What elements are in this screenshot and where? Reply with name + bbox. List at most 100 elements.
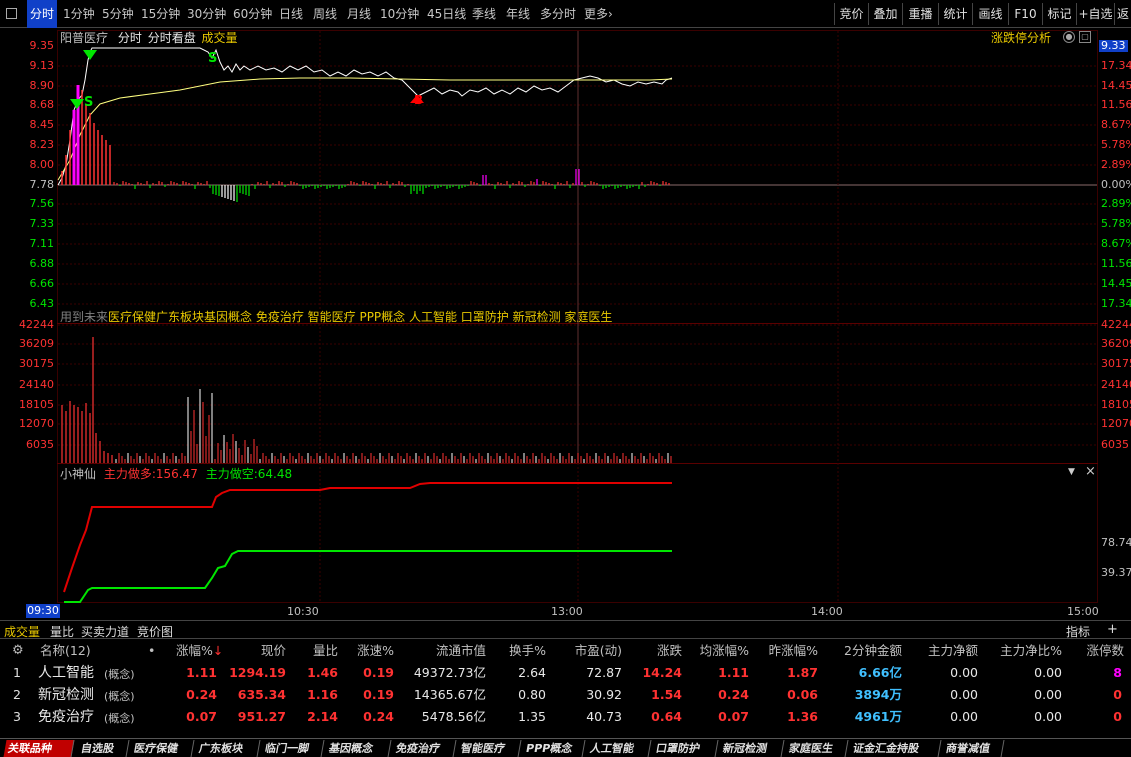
row-change: 1.54 (651, 687, 682, 702)
bottom-tab[interactable]: 新冠检测 (718, 740, 785, 757)
col-change-pct-label: 涨幅% (176, 643, 213, 658)
bottom-tab[interactable]: 广东板块 (194, 740, 261, 757)
indicator-name[interactable]: 小神仙 (60, 467, 96, 481)
time-axis-1030: 10:30 (287, 605, 319, 618)
row-name: 新冠检测 (38, 687, 94, 703)
row-change-pct: 0.24 (186, 687, 217, 702)
time-axis-1400: 14:00 (811, 605, 843, 618)
indicator-close-icon[interactable]: × (1085, 464, 1096, 479)
row-volratio: 1.46 (307, 665, 338, 680)
table-row[interactable]: 1 人工智能 (概念) 1.11 1294.19 1.46 0.19 49372.73亿 2.6… (0, 662, 1131, 684)
bottom-tab[interactable]: 家庭医生 (784, 740, 849, 757)
bottom-tab[interactable]: 证金汇金持股 (848, 740, 942, 757)
table-row[interactable]: 3 免疫治疗 (概念) 0.07 951.27 2.14 0.24 5478.56亿 1.35 4… (0, 706, 1131, 728)
row-pe: 30.92 (586, 687, 622, 702)
table-tabbar: 成交量 量比 买卖力道 竞价图 指标 + (0, 620, 1131, 639)
row-volratio: 2.14 (307, 709, 338, 724)
add-tab-icon[interactable]: + (1107, 622, 1118, 637)
row-turnover: 0.80 (518, 687, 546, 702)
row-speed: 0.24 (363, 709, 394, 724)
tab-force[interactable]: 买卖力道 (81, 623, 129, 640)
tab-volratio[interactable]: 量比 (50, 623, 74, 640)
row-index: 3 (13, 709, 21, 724)
row-price: 951.27 (237, 709, 286, 724)
gear-icon[interactable]: ⚙ (12, 643, 24, 658)
row-main-ratio: 0.00 (1034, 687, 1062, 702)
col-2min-amount[interactable]: 2分钟金额 (830, 640, 902, 662)
col-name[interactable]: 名称(12) (40, 640, 91, 662)
col-float-cap[interactable]: 流通市值 (410, 640, 486, 662)
col-speed[interactable]: 涨速% (350, 640, 394, 662)
kong-value: 64.48 (257, 467, 293, 481)
indicator-axis-upper: 78.74 (1101, 536, 1131, 549)
kong-label: 主力做空: (205, 467, 258, 481)
row-float-cap: 14365.67亿 (413, 687, 486, 702)
row-prev-change: 0.06 (787, 687, 818, 702)
col-pe[interactable]: 市盈(动) (560, 640, 622, 662)
col-turnover[interactable]: 换手% (500, 640, 546, 662)
signal-s-label: S (208, 51, 217, 66)
row-pe: 40.73 (586, 709, 622, 724)
col-main-net[interactable]: 主力净额 (918, 640, 978, 662)
indicator-button[interactable]: 指标 (1066, 623, 1090, 640)
bottom-tab[interactable]: PPP概念 (521, 740, 586, 757)
bottom-tab[interactable]: 人工智能 (585, 740, 652, 757)
bottom-tab[interactable]: 关联品种 (3, 740, 75, 757)
bottom-tab[interactable]: 临门一脚 (260, 740, 325, 757)
sort-desc-icon: ↓ (212, 643, 224, 658)
row-2min-amount: 6.66亿 (858, 665, 902, 680)
main-short-line (64, 550, 672, 603)
col-limit-up[interactable]: 涨停数 (1072, 640, 1124, 662)
tab-volume[interactable]: 成交量 (4, 623, 40, 640)
time-axis-start: 09:30 (26, 604, 60, 618)
row-change: 0.64 (651, 709, 682, 724)
bottom-tab[interactable]: 智能医疗 (456, 740, 522, 757)
col-change[interactable]: 涨跌 (640, 640, 682, 662)
row-tag: (概念) (104, 712, 135, 725)
row-turnover: 2.64 (518, 665, 546, 680)
bottom-tab[interactable]: 商誉减值 (941, 740, 1005, 757)
bottom-tab[interactable]: 口罩防护 (651, 740, 719, 757)
bottom-tab[interactable]: 自选股 (76, 740, 130, 757)
col-dot: • (148, 643, 156, 658)
bottom-sector-tabs: 关联品种 自选股 医疗保健 广东板块 临门一脚 基因概念 免疫治疗 智能医疗 PPP概念 人工智能… (0, 738, 1131, 757)
col-avg-change[interactable]: 均涨幅% (694, 640, 749, 662)
row-main-ratio: 0.00 (1034, 665, 1062, 680)
row-prev-change: 1.36 (787, 709, 818, 724)
bottom-tab[interactable]: 基因概念 (324, 740, 392, 757)
row-turnover: 1.35 (518, 709, 546, 724)
col-main-ratio[interactable]: 主力净比% (992, 640, 1062, 662)
row-index: 1 (13, 665, 21, 680)
row-avg-change: 0.24 (718, 687, 749, 702)
row-prev-change: 1.87 (787, 665, 818, 680)
signal-b-label: B (414, 93, 423, 107)
duo-value: 156.47 (155, 467, 198, 481)
col-volratio[interactable]: 量比 (300, 640, 338, 662)
row-limit-up: 0 (1113, 687, 1122, 702)
row-2min-amount: 4961万 (854, 709, 902, 724)
row-name: 免疫治疗 (38, 709, 94, 725)
indicator-menu-icon[interactable]: ▼ (1068, 467, 1075, 477)
row-tag: (概念) (104, 690, 135, 703)
row-limit-up: 0 (1113, 709, 1122, 724)
bottom-tab[interactable]: 免疫治疗 (391, 740, 457, 757)
price-line (57, 47, 673, 186)
row-speed: 0.19 (363, 687, 394, 702)
table-row[interactable]: 2 新冠检测 (概念) 0.24 635.34 1.16 0.19 14365.67亿 0.80… (0, 684, 1131, 706)
col-prev-change[interactable]: 昨涨幅% (762, 640, 818, 662)
col-change-pct[interactable]: 涨幅%↓ (176, 640, 223, 662)
col-price[interactable]: 现价 (236, 640, 286, 662)
row-change-pct: 0.07 (186, 709, 217, 724)
row-main-net: 0.00 (950, 687, 978, 702)
row-change-pct: 1.11 (186, 665, 217, 680)
row-volratio: 1.16 (307, 687, 338, 702)
time-axis-1300: 13:00 (551, 605, 583, 618)
row-float-cap: 49372.73亿 (413, 665, 486, 680)
main-long-line (63, 482, 672, 593)
table-header: ⚙ 名称(12) • 涨幅%↓ 现价 量比 涨速% 流通市值 换手% 市盈(动)… (0, 640, 1131, 662)
signal-s-label: S (84, 95, 93, 110)
row-float-cap: 5478.56亿 (421, 709, 486, 724)
bottom-tab[interactable]: 医疗保健 (129, 740, 195, 757)
tab-auction[interactable]: 竞价图 (137, 623, 173, 640)
duo-label: 主力做多: (103, 467, 156, 481)
